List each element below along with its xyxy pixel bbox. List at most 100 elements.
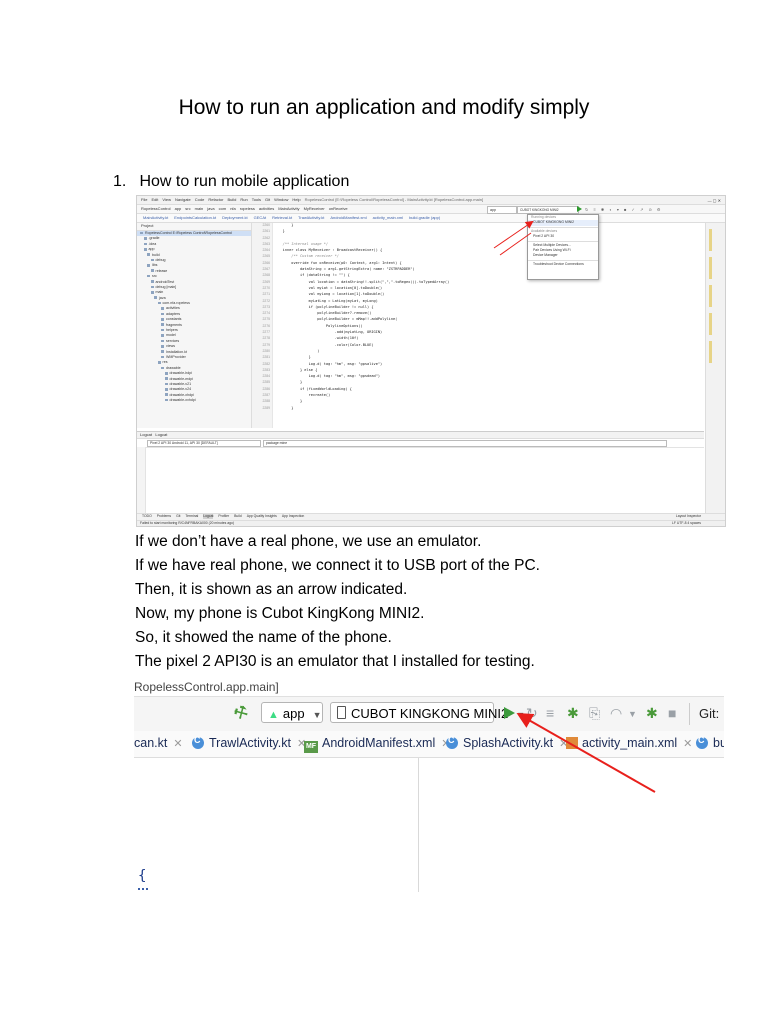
stop-icon[interactable]: ■ — [668, 705, 676, 721]
folder-icon — [164, 398, 168, 402]
breadcrumb-item[interactable]: java — [207, 206, 214, 211]
bottom-tool-problems[interactable]: Problems — [157, 514, 171, 519]
apply-changes-icon[interactable]: ≡ — [546, 705, 554, 721]
chevron-down-icon[interactable]: ▼ — [628, 709, 637, 719]
menu-item[interactable]: Edit — [151, 197, 158, 202]
ide-run-config[interactable]: app — [487, 206, 517, 214]
logcat-filter-input[interactable]: package:mine — [263, 440, 667, 447]
tab-label: TrawlActivity.kt — [209, 736, 291, 750]
breadcrumb-item[interactable]: MyReceiver — [304, 206, 325, 211]
folder-icon — [150, 285, 154, 289]
zoom-toolbar: ⚒ ▲ app ▼ CUBOT KINGKONG MINI2 ▼ ↻ ≡ ✱ ⎘ ◠ … — [134, 696, 724, 732]
editor-tab[interactable]: MainActivity.kt — [143, 215, 168, 220]
ide-device-select[interactable]: CUBOT KINGKONG MINI2 — [517, 206, 579, 214]
menu-item[interactable]: View — [162, 197, 171, 202]
editor-tab[interactable]: activity_main.xml — [373, 215, 403, 220]
close-icon[interactable]: ✕ — [683, 738, 692, 750]
menu-item[interactable]: Git — [265, 197, 270, 202]
breadcrumb-item[interactable]: RopelessControl — [141, 206, 171, 211]
tab-android-manifest[interactable]: MFAndroidManifest.xml✕ — [304, 736, 450, 753]
folder-icon — [161, 334, 164, 337]
tab-trawl-activity[interactable]: TrawlActivity.kt✕ — [192, 735, 306, 750]
editor-tab[interactable]: build.gradle (app) — [409, 215, 440, 220]
dropdown-device-item[interactable]: CUBOT KINGKONG MINI2 — [528, 220, 598, 226]
window-controls-icon[interactable]: — ▢ ✕ — [708, 198, 721, 203]
tree-label: release — [155, 268, 168, 273]
close-icon[interactable]: ✕ — [173, 738, 182, 750]
tree-label: androidTest — [155, 279, 175, 284]
tab-activity-main[interactable]: activity_main.xml ✕ — [566, 736, 692, 750]
hammer-icon[interactable]: ⚒ — [230, 701, 252, 725]
folder-icon — [164, 382, 168, 386]
breadcrumb-item[interactable]: app — [175, 206, 182, 211]
tab-build[interactable]: bu — [696, 735, 724, 750]
menu-item[interactable]: Window — [274, 197, 288, 202]
project-panel-title: Project — [137, 223, 251, 231]
menu-item[interactable]: Navigate — [175, 197, 191, 202]
menu-item[interactable]: File — [141, 197, 147, 202]
logcat-device-box[interactable]: Pixel 2 API 30 Android 11, API 30 [DEFAU… — [147, 440, 261, 447]
breadcrumb-item[interactable]: com — [219, 206, 227, 211]
device-select[interactable]: CUBOT KINGKONG MINI2 ▼ — [330, 702, 525, 723]
bottom-tool-layout-inspector[interactable]: Layout Inspector — [676, 514, 701, 519]
breadcrumb-item[interactable]: activities — [259, 206, 274, 211]
run-config-select[interactable]: ▲ app ▼ — [261, 702, 323, 723]
menu-item[interactable]: Refactor — [208, 197, 223, 202]
code-editor[interactable]: } } /** Internal usage */ inner class My… — [274, 223, 704, 428]
menu-item[interactable]: Code — [195, 197, 205, 202]
logcat-tab[interactable]: Logcat — [140, 432, 152, 437]
tab-label: can.kt — [134, 736, 168, 750]
tree-row[interactable]: drawable-xxhdpi — [137, 398, 251, 403]
run-config-label: app — [282, 706, 305, 721]
bottom-tool-terminal[interactable]: Terminal — [185, 514, 198, 519]
breadcrumb-item[interactable]: ropeless — [240, 206, 255, 211]
bottom-tool-todo[interactable]: TODO — [142, 514, 152, 519]
debug-icon[interactable]: ✱ — [567, 705, 579, 722]
breadcrumb-item[interactable]: src — [185, 206, 190, 211]
dropdown-emulator-item[interactable]: Pixel 2 API 30 — [528, 234, 598, 239]
dropdown-action-troubleshoot[interactable]: Troubleshoot Device Connections — [528, 262, 598, 267]
editor-tab[interactable]: EndpointsCalculation.kt — [174, 215, 216, 220]
bottom-tool-git[interactable]: Git — [176, 514, 180, 519]
tab-scan[interactable]: can.kt ✕ — [134, 736, 183, 750]
dropdown-action-manager[interactable]: Device Manager — [528, 253, 598, 258]
bottom-tool-profiler[interactable]: Profiler — [218, 514, 229, 519]
editor-tab[interactable]: TrawlActivity.kt — [298, 215, 324, 220]
menu-item[interactable]: Tools — [252, 197, 261, 202]
profile-icon[interactable]: ◠ — [610, 705, 622, 722]
tree-label: drawable-hdpi — [169, 371, 193, 376]
tab-label: activity_main.xml — [582, 736, 678, 750]
bottom-tool-logcat[interactable]: Logcat — [203, 514, 214, 519]
folder-icon — [143, 242, 147, 246]
window-title: RopelessControl [E:\Ropeless Control\Rop… — [304, 197, 484, 202]
breadcrumb-item[interactable]: main — [195, 206, 204, 211]
tree-label: fragments — [166, 322, 182, 327]
folder-icon — [161, 328, 164, 332]
tab-splash-activity[interactable]: SplashActivity.kt✕ — [446, 735, 568, 750]
folder-icon — [150, 269, 154, 273]
ide-run-icon[interactable] — [577, 206, 582, 212]
tree-label: views — [166, 344, 175, 349]
explanation-text: If we don’t have a real phone, we use an… — [135, 530, 540, 674]
attach-debugger-icon[interactable]: ⎘ — [589, 705, 600, 722]
rerun-icon[interactable]: ↻ — [526, 705, 538, 722]
debug-app-icon[interactable]: ✱ — [646, 705, 658, 722]
run-icon[interactable] — [504, 707, 515, 719]
menu-item[interactable]: Help — [292, 197, 300, 202]
breadcrumb-item[interactable]: nfa — [230, 206, 236, 211]
breadcrumb-item[interactable]: MainActivity — [278, 206, 299, 211]
bottom-tool-build[interactable]: Build — [234, 514, 242, 519]
logcat-tab[interactable]: Logcat — [155, 432, 167, 437]
bottom-tool-app-quality-insights[interactable]: App Quality Insights — [247, 514, 277, 519]
bottom-tool-app-inspection[interactable]: App Inspection — [282, 514, 304, 519]
git-label[interactable]: Git: — [699, 706, 719, 721]
editor-tab[interactable]: AndroidManifest.xml — [330, 215, 366, 220]
paragraph-line: Then, it is shown as an arrow indicated. — [135, 581, 408, 598]
breadcrumb-item[interactable]: onReceive — [329, 206, 348, 211]
menu-item[interactable]: Run — [240, 197, 247, 202]
editor-tab[interactable]: Deployment.kt — [222, 215, 248, 220]
folder-icon — [150, 258, 154, 262]
editor-tab[interactable]: GECAt — [254, 215, 266, 220]
menu-item[interactable]: Build — [227, 197, 236, 202]
editor-tab[interactable]: Retrieval.kt — [272, 215, 292, 220]
